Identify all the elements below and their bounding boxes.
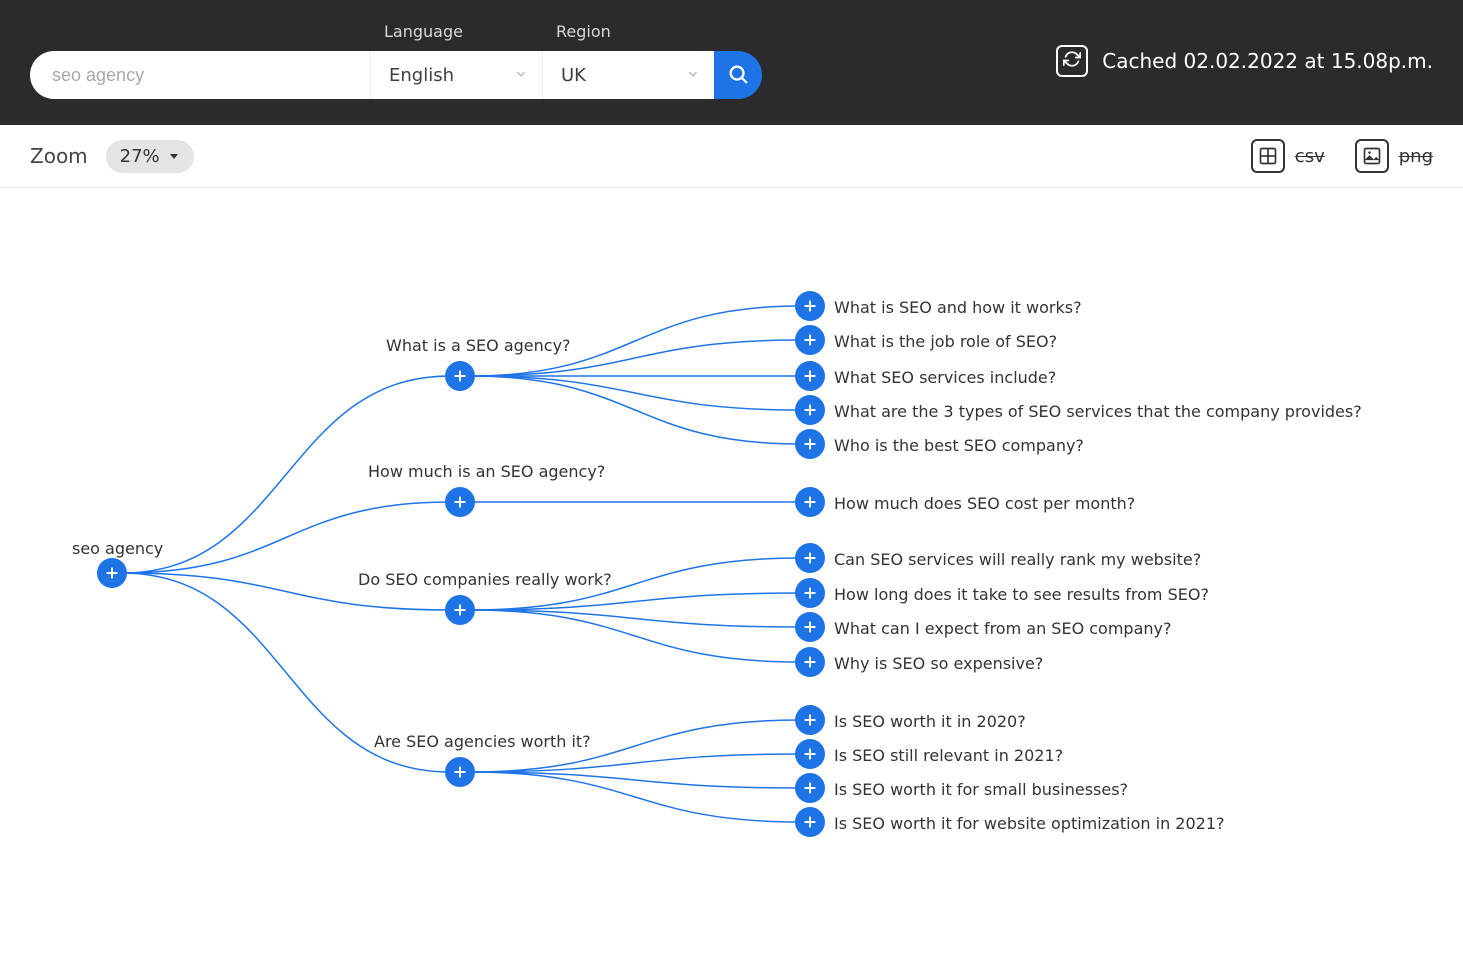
zoom-dropdown[interactable]: 27% (106, 140, 194, 173)
search-icon (727, 63, 749, 88)
leaf-node-0-3[interactable] (795, 395, 825, 425)
leaf-node-0-1[interactable] (795, 325, 825, 355)
plus-icon (802, 585, 818, 601)
leaf-node-3-1-label: Is SEO still relevant in 2021? (834, 746, 1063, 765)
grid-icon (1251, 139, 1285, 173)
plus-icon (802, 368, 818, 384)
region-value: UK (561, 65, 586, 86)
leaf-node-2-1-label: How long does it take to see results fro… (834, 585, 1209, 604)
leaf-node-2-3-label: Why is SEO so expensive? (834, 654, 1043, 673)
leaf-node-3-2[interactable] (795, 773, 825, 803)
search-button[interactable] (714, 51, 762, 99)
plus-icon (802, 550, 818, 566)
leaf-node-2-1[interactable] (795, 578, 825, 608)
cache-text: Cached 02.02.2022 at 15.08p.m. (1102, 49, 1433, 73)
export-png[interactable]: png (1355, 139, 1433, 173)
leaf-node-0-0[interactable] (795, 291, 825, 321)
leaf-node-1-0-label: How much does SEO cost per month? (834, 494, 1135, 513)
plus-icon (802, 436, 818, 452)
plus-icon (802, 402, 818, 418)
refresh-button[interactable] (1056, 45, 1088, 77)
leaf-node-3-0-label: Is SEO worth it in 2020? (834, 712, 1026, 731)
language-label: Language (384, 22, 542, 41)
region-label: Region (556, 22, 714, 41)
image-icon (1355, 139, 1389, 173)
plus-icon (802, 298, 818, 314)
zoom-value: 27% (120, 146, 160, 167)
leaf-node-3-3[interactable] (795, 807, 825, 837)
cache-info: Cached 02.02.2022 at 15.08p.m. (1056, 45, 1433, 77)
export-csv[interactable]: csv (1251, 139, 1325, 173)
plus-icon (104, 565, 120, 581)
language-field: Language English (370, 22, 542, 99)
leaf-node-0-2[interactable] (795, 361, 825, 391)
branch-node-2-label: Do SEO companies really work? (358, 570, 612, 589)
chevron-down-icon (514, 65, 528, 86)
plus-icon (802, 619, 818, 635)
leaf-node-0-0-label: What is SEO and how it works? (834, 298, 1082, 317)
caret-down-icon (168, 146, 180, 167)
leaf-node-3-2-label: Is SEO worth it for small businesses? (834, 780, 1128, 799)
leaf-node-0-2-label: What SEO services include? (834, 368, 1056, 387)
plus-icon (452, 494, 468, 510)
search-input[interactable] (30, 51, 370, 99)
plus-icon (802, 746, 818, 762)
leaf-node-0-4[interactable] (795, 429, 825, 459)
plus-icon (452, 602, 468, 618)
leaf-node-2-0-label: Can SEO services will really rank my web… (834, 550, 1201, 569)
plus-icon (452, 764, 468, 780)
plus-icon (452, 368, 468, 384)
leaf-node-2-2-label: What can I expect from an SEO company? (834, 619, 1171, 638)
chevron-down-icon (686, 65, 700, 86)
root-node-label: seo agency (72, 539, 163, 558)
leaf-node-0-4-label: Who is the best SEO company? (834, 436, 1084, 455)
toolbar: Zoom 27% csv png (0, 125, 1463, 188)
header-bar: Language English Region UK (0, 0, 1463, 125)
leaf-node-2-0[interactable] (795, 543, 825, 573)
region-select[interactable]: UK (542, 51, 714, 99)
region-field: Region UK (542, 22, 714, 99)
leaf-node-3-1[interactable] (795, 739, 825, 769)
language-value: English (389, 65, 454, 86)
branch-node-1-label: How much is an SEO agency? (368, 462, 605, 481)
csv-label: csv (1295, 146, 1325, 167)
plus-icon (802, 654, 818, 670)
plus-icon (802, 494, 818, 510)
branch-node-3-label: Are SEO agencies worth it? (374, 732, 591, 751)
branch-node-2[interactable] (445, 595, 475, 625)
png-label: png (1399, 146, 1433, 167)
plus-icon (802, 814, 818, 830)
plus-icon (802, 780, 818, 796)
leaf-node-3-3-label: Is SEO worth it for website optimization… (834, 814, 1225, 833)
branch-node-3[interactable] (445, 757, 475, 787)
search-wrap: Language English Region UK (30, 22, 762, 99)
refresh-icon (1063, 49, 1081, 73)
branch-node-0-label: What is a SEO agency? (386, 336, 571, 355)
mindmap-canvas[interactable]: seo agency What is a SEO agency? What is S… (0, 188, 1463, 948)
leaf-node-1-0[interactable] (795, 487, 825, 517)
leaf-node-0-3-label: What are the 3 types of SEO services tha… (834, 402, 1362, 421)
plus-icon (802, 712, 818, 728)
leaf-node-2-3[interactable] (795, 647, 825, 677)
zoom-label: Zoom (30, 144, 88, 168)
language-select[interactable]: English (370, 51, 542, 99)
branch-node-1[interactable] (445, 487, 475, 517)
root-node[interactable] (97, 558, 127, 588)
branch-node-0[interactable] (445, 361, 475, 391)
plus-icon (802, 332, 818, 348)
leaf-node-0-1-label: What is the job role of SEO? (834, 332, 1057, 351)
leaf-node-3-0[interactable] (795, 705, 825, 735)
leaf-node-2-2[interactable] (795, 612, 825, 642)
